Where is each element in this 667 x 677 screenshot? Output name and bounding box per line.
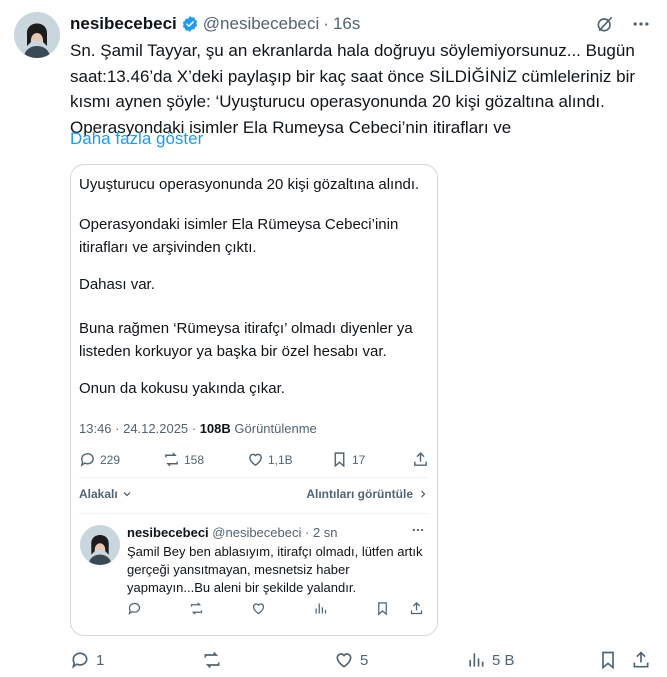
top-right-icons bbox=[595, 14, 651, 34]
quote-timestamp: 13:46 · 24.12.2025 · bbox=[79, 421, 200, 436]
more-icon bbox=[411, 523, 425, 542]
reply-actions bbox=[127, 601, 427, 617]
repost-icon bbox=[163, 451, 180, 468]
like-button[interactable]: 5 bbox=[334, 650, 368, 670]
heart-icon bbox=[251, 601, 266, 621]
grok-icon[interactable] bbox=[595, 14, 615, 34]
repost-icon bbox=[202, 650, 222, 670]
tweet-time[interactable]: 16s bbox=[333, 14, 360, 34]
share-button[interactable] bbox=[631, 650, 651, 670]
show-more-link[interactable]: Daha fazla göster bbox=[70, 129, 203, 149]
heart-icon bbox=[334, 650, 354, 670]
heart-icon bbox=[247, 451, 264, 468]
tweet-actions: 1 5 5 B bbox=[70, 650, 650, 672]
reply-count: 1 bbox=[96, 651, 105, 669]
reply-author-handle: @nesibecebeci bbox=[212, 525, 302, 540]
verified-badge-icon bbox=[181, 15, 199, 33]
quote-views-label: Görüntülenme bbox=[230, 421, 317, 436]
quote-views-count: 108B bbox=[199, 421, 231, 436]
bookmark-icon bbox=[331, 451, 348, 468]
quote-repost-stat: 158 bbox=[163, 451, 204, 468]
relevance-sort: Alakalı bbox=[79, 487, 133, 501]
chevron-right-icon bbox=[417, 488, 429, 500]
reply-time: · 2 sn bbox=[305, 525, 338, 540]
quote-repost-count: 158 bbox=[184, 452, 205, 467]
quote-meta: 13:46 · 24.12.2025 · 108B Görüntülenme bbox=[79, 421, 317, 436]
tweet-header: nesibecebeci @nesibecebeci · 16s bbox=[70, 14, 360, 34]
reply-header: nesibecebeci @nesibecebeci · 2 sn bbox=[127, 525, 338, 540]
quote-share-stat bbox=[412, 451, 429, 468]
quote-like-count: 1,1B bbox=[268, 452, 293, 467]
repost-button[interactable] bbox=[202, 650, 222, 670]
bookmark-icon bbox=[375, 601, 390, 621]
tweet-text: Sn. Şamil Tayyar, şu an ekranlarda hala … bbox=[70, 41, 636, 137]
reply-author-name: nesibecebeci bbox=[127, 525, 209, 540]
views-icon bbox=[313, 601, 328, 621]
view-quotes-label: Alıntıları görüntüle bbox=[306, 487, 413, 501]
separator-dot: · bbox=[323, 14, 329, 33]
bookmark-icon bbox=[598, 650, 618, 670]
share-icon bbox=[409, 601, 424, 621]
share-icon bbox=[631, 650, 651, 670]
view-quotes-link: Alıntıları görüntüle bbox=[306, 487, 429, 501]
bookmark-button[interactable] bbox=[598, 650, 618, 670]
relevance-label: Alakalı bbox=[79, 487, 118, 501]
divider bbox=[79, 477, 429, 478]
reply-text: Şamil Bey ben ablasıyım, itirafçı olmadı… bbox=[127, 544, 423, 595]
author-handle[interactable]: @nesibecebeci bbox=[203, 14, 320, 34]
quote-bookmark-count: 17 bbox=[352, 452, 366, 467]
quote-paragraph: Onun da kokusu yakında çıkar. bbox=[79, 380, 285, 397]
quote-paragraph: Buna rağmen ‘Rümeysa itirafçı’ olmadı di… bbox=[79, 320, 413, 360]
views-count: 5 B bbox=[492, 651, 515, 669]
reply-icon bbox=[127, 601, 142, 621]
like-count: 5 bbox=[360, 651, 369, 669]
quote-bookmark-stat: 17 bbox=[331, 451, 365, 468]
reply-button[interactable]: 1 bbox=[70, 650, 104, 670]
divider bbox=[79, 513, 429, 514]
reply-icon bbox=[79, 451, 96, 468]
quote-paragraph: Dahası var. bbox=[79, 276, 155, 293]
quote-like-stat: 1,1B bbox=[247, 451, 293, 468]
author-avatar[interactable] bbox=[14, 12, 60, 58]
share-icon bbox=[412, 451, 429, 468]
repost-icon bbox=[189, 601, 204, 621]
quote-reply-stat: 229 bbox=[79, 451, 120, 468]
views-icon bbox=[466, 650, 486, 670]
author-name[interactable]: nesibecebeci bbox=[70, 14, 177, 34]
quote-paragraph: Operasyondaki isimler Ela Rümeysa Cebeci… bbox=[79, 216, 399, 256]
reply-avatar bbox=[80, 525, 120, 565]
quote-paragraph: Uyuşturucu operasyonunda 20 kişi gözaltı… bbox=[79, 176, 420, 193]
more-icon[interactable] bbox=[631, 14, 651, 34]
reply-icon bbox=[70, 650, 90, 670]
views-button[interactable]: 5 B bbox=[466, 650, 515, 670]
attached-image[interactable]: Uyuşturucu operasyonunda 20 kişi gözaltı… bbox=[70, 164, 438, 636]
chevron-down-icon bbox=[121, 488, 133, 500]
quote-stats: 229 158 1,1B 17 bbox=[79, 451, 429, 471]
quote-reply-count: 229 bbox=[100, 452, 121, 467]
